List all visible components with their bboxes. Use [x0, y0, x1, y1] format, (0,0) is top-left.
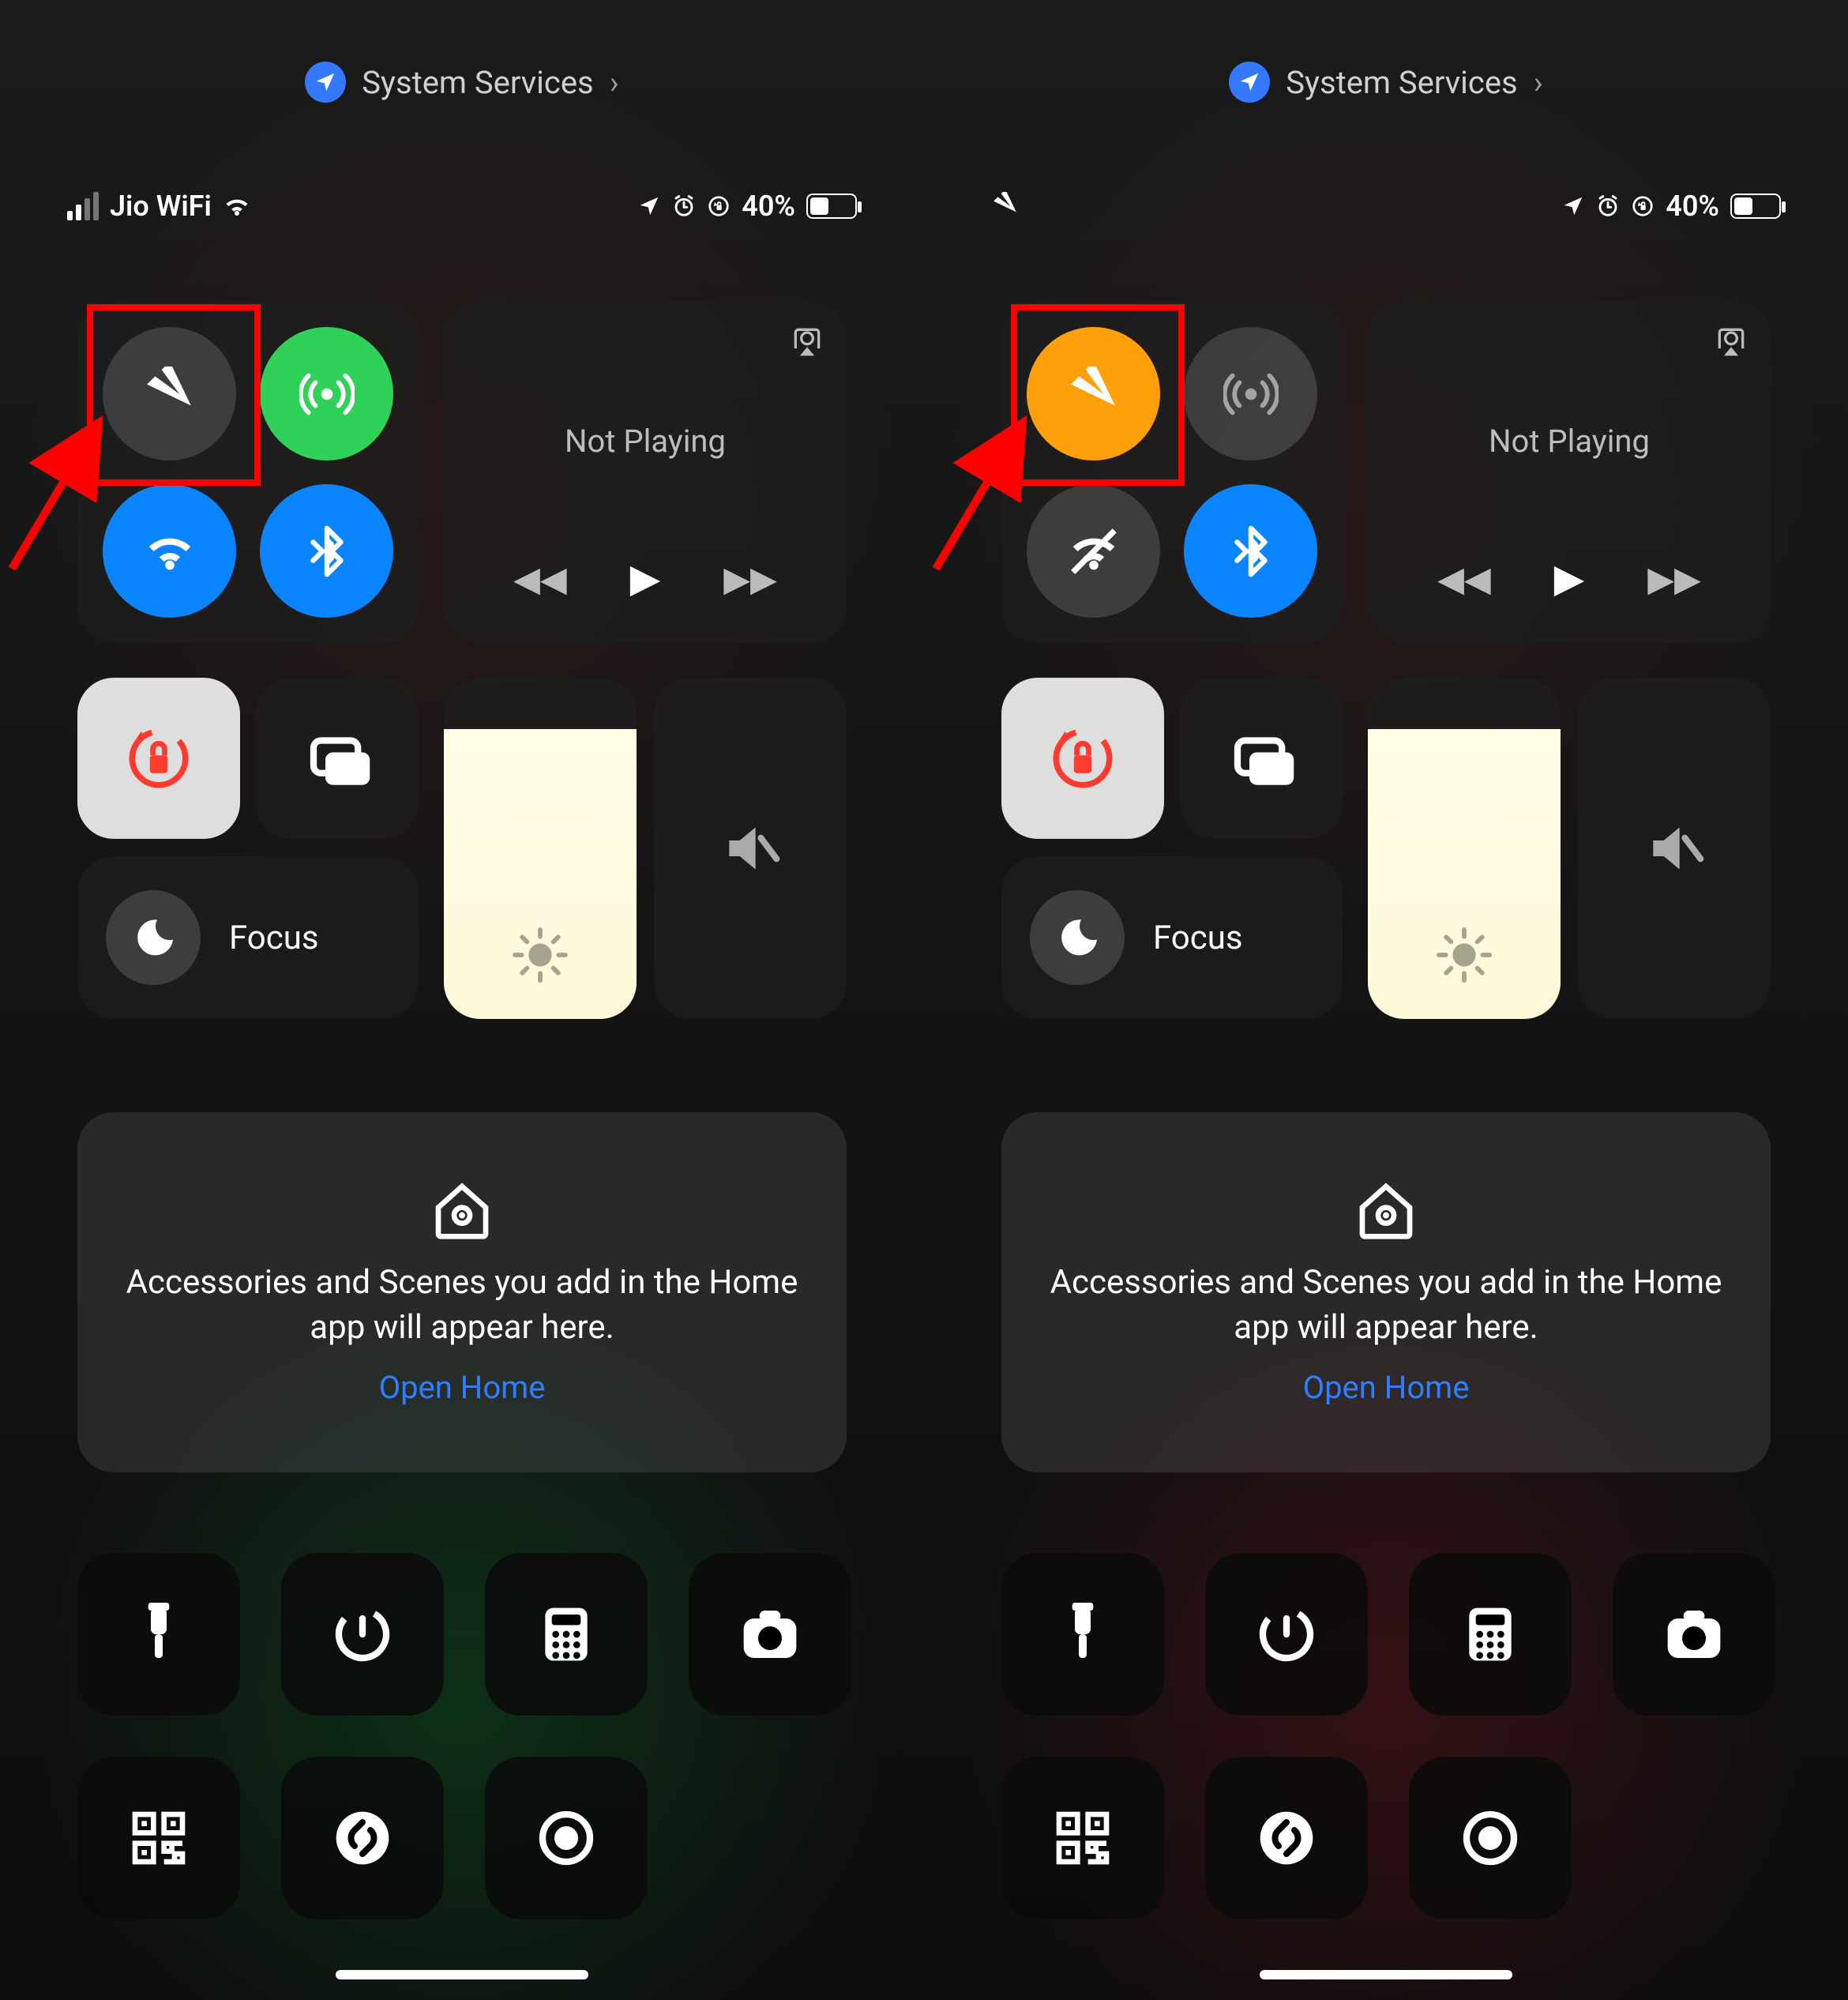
camera-button[interactable]	[689, 1553, 851, 1716]
location-indicator-icon	[1561, 194, 1585, 218]
carrier-name: Jio WiFi	[110, 190, 212, 223]
connectivity-group[interactable]	[1001, 302, 1343, 643]
screen-mirroring-button[interactable]	[1180, 678, 1343, 839]
media-player[interactable]: Not Playing ◀◀ ▶ ▶▶	[444, 302, 847, 643]
now-playing-title: Not Playing	[565, 423, 726, 460]
bluetooth-toggle[interactable]	[260, 484, 393, 618]
orientation-lock-toggle[interactable]	[77, 678, 240, 839]
rewind-button[interactable]: ◀◀	[513, 558, 567, 600]
camera-button[interactable]	[1613, 1553, 1775, 1716]
calculator-button[interactable]	[485, 1553, 648, 1716]
alarm-indicator-icon	[1596, 194, 1620, 218]
screen-record-button[interactable]	[485, 1757, 648, 1919]
breadcrumb-label: System Services	[362, 64, 593, 101]
play-button[interactable]: ▶	[1554, 555, 1584, 602]
orientation-lock-indicator-icon	[707, 194, 731, 218]
calculator-button[interactable]	[1409, 1553, 1572, 1716]
volume-slider[interactable]	[654, 678, 847, 1019]
chevron-right-icon: ›	[1534, 64, 1543, 101]
brightness-slider[interactable]	[444, 678, 637, 1019]
house-icon	[430, 1179, 494, 1242]
cellular-data-toggle[interactable]	[1184, 327, 1317, 461]
timer-button[interactable]	[281, 1553, 444, 1716]
sun-icon	[1368, 927, 1561, 983]
now-playing-title: Not Playing	[1489, 423, 1650, 460]
timer-button[interactable]	[1205, 1553, 1368, 1716]
brightness-slider[interactable]	[1368, 678, 1561, 1019]
screen-mirroring-button[interactable]	[256, 678, 419, 839]
wifi-toggle[interactable]	[1027, 484, 1160, 618]
airplay-icon[interactable]	[1714, 324, 1748, 359]
bluetooth-toggle[interactable]	[1184, 484, 1317, 618]
focus-button[interactable]: Focus	[1001, 856, 1343, 1019]
home-tile[interactable]: Accessories and Scenes you add in the Ho…	[77, 1112, 847, 1472]
shazam-button[interactable]	[1205, 1757, 1368, 1919]
flashlight-button[interactable]	[1001, 1553, 1164, 1716]
shazam-button[interactable]	[281, 1757, 444, 1919]
tool-grid	[77, 1553, 847, 1919]
battery-icon	[1730, 194, 1781, 219]
forward-button[interactable]: ▶▶	[1647, 558, 1701, 600]
home-message: Accessories and Scenes you add in the Ho…	[125, 1261, 799, 1350]
qr-scanner-button[interactable]	[1001, 1757, 1164, 1919]
tool-grid	[1001, 1553, 1771, 1919]
open-home-link[interactable]: Open Home	[1303, 1369, 1470, 1406]
forward-button[interactable]: ▶▶	[723, 558, 777, 600]
chevron-right-icon: ›	[610, 64, 619, 101]
battery-icon	[806, 194, 857, 219]
media-player[interactable]: Not Playing ◀◀ ▶ ▶▶	[1368, 302, 1771, 643]
status-bar: 40%	[991, 190, 1781, 223]
airplane-mode-toggle[interactable]	[1027, 327, 1160, 461]
rewind-button[interactable]: ◀◀	[1437, 558, 1491, 600]
home-indicator[interactable]	[336, 1970, 588, 1979]
orientation-lock-toggle[interactable]	[1001, 678, 1164, 839]
status-bar: Jio WiFi 40%	[67, 190, 857, 223]
breadcrumb-label: System Services	[1286, 64, 1517, 101]
location-arrow-icon	[305, 62, 346, 103]
battery-percent: 40%	[742, 190, 795, 223]
location-arrow-icon	[1229, 62, 1270, 103]
qr-scanner-button[interactable]	[77, 1757, 240, 1919]
airplane-mode-toggle[interactable]	[103, 327, 236, 461]
open-home-link[interactable]: Open Home	[379, 1369, 546, 1406]
signal-bars-icon	[67, 192, 99, 220]
focus-button[interactable]: Focus	[77, 856, 419, 1019]
moon-icon	[1030, 890, 1125, 985]
focus-label: Focus	[1153, 919, 1243, 957]
sun-icon	[444, 927, 637, 983]
home-indicator[interactable]	[1260, 1970, 1512, 1979]
wifi-toggle[interactable]	[103, 484, 236, 618]
orientation-lock-indicator-icon	[1631, 194, 1655, 218]
flashlight-button[interactable]	[77, 1553, 240, 1716]
battery-percent: 40%	[1666, 190, 1719, 223]
house-icon	[1354, 1179, 1418, 1242]
alarm-indicator-icon	[672, 194, 696, 218]
focus-label: Focus	[229, 919, 319, 957]
play-button[interactable]: ▶	[630, 555, 660, 602]
breadcrumb[interactable]: System Services ›	[924, 62, 1848, 103]
breadcrumb[interactable]: System Services ›	[0, 62, 924, 103]
airplay-icon[interactable]	[790, 324, 824, 359]
home-message: Accessories and Scenes you add in the Ho…	[1049, 1261, 1723, 1350]
volume-slider[interactable]	[1578, 678, 1771, 1019]
cellular-data-toggle[interactable]	[260, 327, 393, 461]
moon-icon	[106, 890, 201, 985]
screen-record-button[interactable]	[1409, 1757, 1572, 1919]
connectivity-group[interactable]	[77, 302, 419, 643]
home-tile[interactable]: Accessories and Scenes you add in the Ho…	[1001, 1112, 1771, 1472]
location-indicator-icon	[637, 194, 661, 218]
